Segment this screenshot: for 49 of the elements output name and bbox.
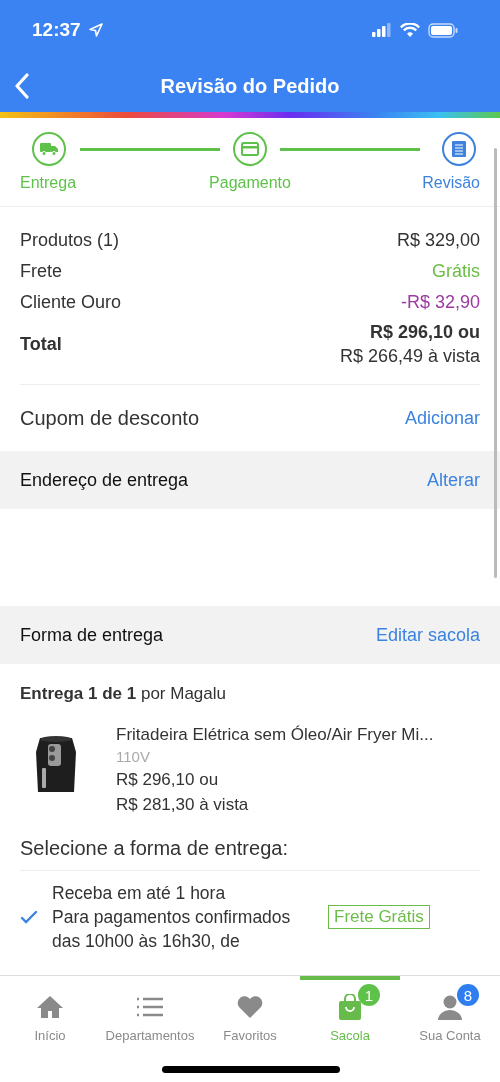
status-time: 12:37 (32, 19, 81, 41)
truck-icon (40, 142, 58, 156)
product-variant: 110V (116, 747, 151, 767)
tab-item[interactable]: Início (0, 976, 100, 1082)
wifi-icon (400, 22, 420, 38)
tab-item[interactable]: 8 Sua Conta (400, 976, 500, 1082)
tab-item[interactable]: Departamentos (100, 976, 200, 1082)
option-title: Receba em até 1 hora (52, 882, 227, 905)
card-icon (241, 142, 259, 156)
shipment-label: Entrega 1 de 1 por Magalu (19, 683, 227, 704)
change-address-link[interactable]: Alterar (427, 469, 480, 491)
add-coupon-link[interactable]: Adicionar (404, 407, 480, 429)
person-icon (437, 994, 463, 1020)
total-label: Total (20, 332, 62, 356)
bag-icon (338, 994, 362, 1020)
step-label: Pagamento (209, 174, 291, 192)
home-icon (36, 995, 64, 1019)
summary-value: R$ 329,00 (396, 229, 480, 252)
step-label: Entrega (20, 174, 77, 192)
count-badge: 8 (457, 984, 479, 1006)
product-price: R$ 296,10 ou (116, 769, 220, 791)
count-badge: 1 (358, 984, 380, 1006)
coupon-label: Cupom de desconto (20, 406, 199, 430)
summary-value: -R$ 32,90 (400, 291, 480, 314)
summary-label: Produtos (1) (20, 229, 120, 252)
section-title: Forma de entrega (20, 624, 164, 646)
back-button[interactable] (14, 73, 30, 99)
battery-icon (428, 22, 458, 38)
delivery-option[interactable]: Receba em até 1 hora Para pagamentos confirmados das 10h00 às 16h30, de Frete Grátis (0, 871, 500, 953)
section-title: Endereço de entrega (20, 469, 189, 491)
summary-label: Frete (20, 260, 62, 283)
edit-bag-link[interactable]: Editar sacola (375, 624, 480, 646)
heart-icon (236, 995, 264, 1019)
free-shipping-tag: Frete Grátis (328, 905, 430, 929)
location-arrow-icon (88, 23, 103, 37)
delivery-options-title: Selecione a forma de entrega: (20, 837, 480, 871)
summary-label: Cliente Ouro (20, 291, 122, 314)
page-title: Revisão do Pedido (160, 74, 340, 98)
product-cash-price: R$ 281,30 à vista (116, 794, 250, 816)
total-cash-price: R$ 266,49 à vista (339, 345, 480, 368)
summary-value: Grátis (432, 260, 480, 283)
option-description: Para pagamentos confirmados das 10h00 às 16h30, de (52, 906, 292, 953)
signal-icon (372, 23, 392, 37)
product-name: Fritadeira Elétrica sem Óleo/Air Fryer Mi... (116, 724, 434, 746)
document-icon (452, 141, 466, 157)
total-value: R$ 296,10 ou (369, 321, 480, 344)
tab-item[interactable]: Favoritos (200, 976, 300, 1082)
step-label: Revisão (422, 174, 480, 192)
menu-icon (136, 997, 164, 1017)
